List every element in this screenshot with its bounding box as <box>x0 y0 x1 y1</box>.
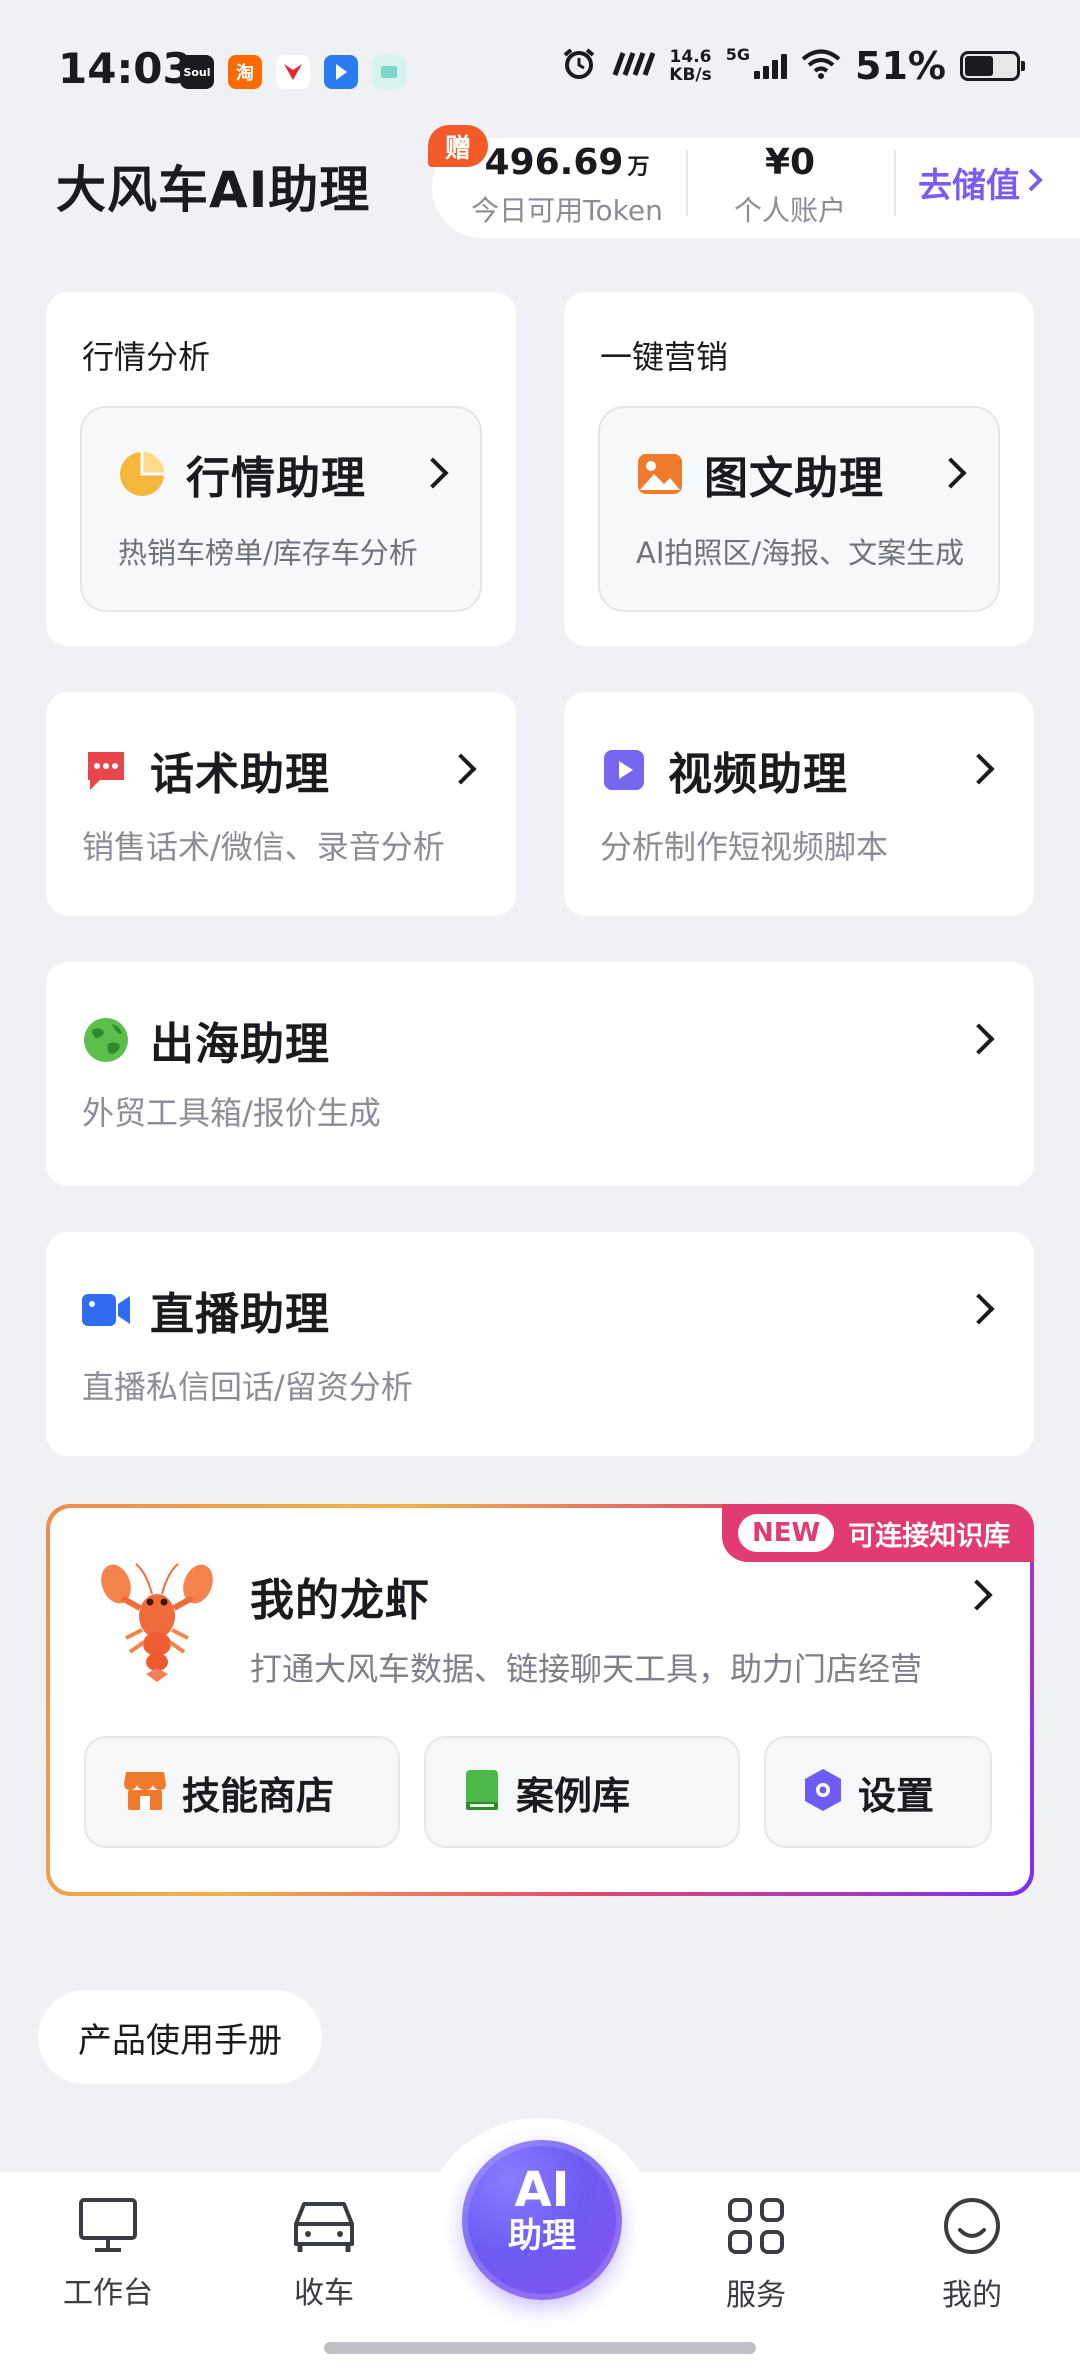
script-assistant-card[interactable]: 话术助理 销售话术/微信、录音分析 <box>46 692 516 916</box>
network-speed: 14.6 KB/s <box>669 47 712 85</box>
card-title: 行情助理 <box>186 453 366 504</box>
home-indicator[interactable] <box>324 2342 756 2354</box>
divider <box>686 150 688 216</box>
nfc-icon <box>611 49 656 83</box>
card-subtitle: 销售话术/微信、录音分析 <box>82 828 445 866</box>
chevron-right-icon <box>445 753 477 785</box>
card-subtitle: 打通大风车数据、链接聊天工具，助力门店经营 <box>250 1650 923 1688</box>
nav-label: 工作台 <box>63 2276 153 2311</box>
notification-icons: Soul 淘 <box>180 55 406 89</box>
skill-label: 案例库 <box>516 1773 631 1818</box>
card-title: 图文助理 <box>704 453 884 504</box>
card-title: 直播助理 <box>150 1289 330 1340</box>
token-balance[interactable]: 496.69 万 今日可用Token <box>462 142 672 229</box>
personal-account[interactable]: ¥0 个人账户 <box>720 142 860 229</box>
status-bar: 14:03 Soul 淘 14.6 KB/s 5G 51% <box>0 0 1080 130</box>
nav-profile[interactable]: 我的 <box>902 2196 1042 2314</box>
my-lobster-card: NEW 可连接知识库 我的龙虾 打通大风车数据、链接聊天工具，助力门店经营 技能… <box>46 1504 1034 1896</box>
status-time: 14:03 <box>58 44 192 93</box>
market-assistant-button[interactable]: 行情助理 热销车榜单/库存车分析 <box>80 406 482 612</box>
card-subtitle: 外贸工具箱/报价生成 <box>82 1094 381 1132</box>
badge-text: 可连接知识库 <box>848 1520 1011 1552</box>
marketing-card: 一键营销 图文助理 AI拍照区/海报、文案生成 <box>564 292 1034 646</box>
page-title: 大风车AI助理 <box>56 161 371 219</box>
card-title: 我的龙虾 <box>250 1575 430 1626</box>
market-analysis-card: 行情分析 行情助理 热销车榜单/库存车分析 <box>46 292 516 646</box>
account-label: 个人账户 <box>733 194 846 227</box>
chat-icon <box>84 748 128 796</box>
card-title: 视频助理 <box>668 749 848 800</box>
chevron-right-icon[interactable] <box>961 1579 993 1611</box>
recharge-label: 去储值 <box>918 166 1020 206</box>
live-assistant-card[interactable]: 直播助理 直播私信回话/留资分析 <box>46 1232 1034 1456</box>
divider <box>894 150 896 216</box>
new-badge: NEW <box>738 1514 835 1552</box>
lobster-icon <box>92 1558 222 1692</box>
app-teal-icon <box>372 55 406 89</box>
skill-store-button[interactable]: 技能商店 <box>84 1736 400 1848</box>
nav-workbench[interactable]: 工作台 <box>38 2196 178 2312</box>
chevron-right-icon <box>1026 163 1044 203</box>
skill-label: 设置 <box>858 1773 935 1818</box>
settings-button[interactable]: 设置 <box>764 1736 992 1848</box>
card-subtitle: 热销车榜单/库存车分析 <box>118 536 418 570</box>
app-red-icon <box>276 55 310 89</box>
section-title: 一键营销 <box>600 338 729 376</box>
grid-icon <box>726 2198 786 2260</box>
video-camera-icon <box>80 1290 132 1334</box>
monitor-icon <box>77 2198 139 2258</box>
card-title: 出海助理 <box>150 1019 330 1070</box>
recharge-button[interactable]: 去储值 <box>918 158 1044 207</box>
chevron-right-icon <box>963 1023 995 1055</box>
battery-icon <box>960 51 1025 81</box>
battery-percent: 51% <box>855 44 946 88</box>
image-text-assistant-button[interactable]: 图文助理 AI拍照区/海报、文案生成 <box>598 406 1000 612</box>
image-icon <box>636 452 684 500</box>
ai-sublabel: 助理 <box>508 2216 576 2256</box>
chevron-right-icon <box>963 753 995 785</box>
product-manual-button[interactable]: 产品使用手册 <box>38 1990 322 2084</box>
chevron-right-icon <box>963 1293 995 1325</box>
skill-label: 技能商店 <box>182 1773 335 1818</box>
account-value: ¥0 <box>764 142 816 183</box>
signal-icon <box>754 53 788 79</box>
pie-chart-icon <box>118 450 166 502</box>
settings-hexagon-icon <box>802 1767 844 1817</box>
wifi-icon <box>801 48 841 84</box>
alarm-icon <box>561 46 597 86</box>
card-subtitle: 直播私信回话/留资分析 <box>82 1368 413 1406</box>
chevron-right-icon <box>935 457 967 489</box>
network-type: 5G <box>725 44 751 64</box>
nav-label: 服务 <box>726 2278 786 2313</box>
card-subtitle: 分析制作短视频脚本 <box>600 828 889 866</box>
token-unit: 万 <box>627 155 650 180</box>
nav-car-purchase[interactable]: 收车 <box>254 2196 394 2312</box>
store-icon <box>122 1768 168 1816</box>
overseas-assistant-card[interactable]: 出海助理 外贸工具箱/报价生成 <box>46 962 1034 1186</box>
knowledge-base-badge: NEW 可连接知识库 <box>722 1504 1034 1562</box>
nav-label: 我的 <box>942 2278 1002 2313</box>
ai-assistant-button[interactable]: AI 助理 <box>462 2140 622 2300</box>
taobao-app-icon: 淘 <box>228 55 262 89</box>
car-icon <box>290 2202 358 2258</box>
smile-icon <box>942 2198 1002 2260</box>
book-icon <box>462 1768 502 1816</box>
globe-icon <box>82 1016 130 1068</box>
play-icon <box>602 748 646 796</box>
soul-app-icon: Soul <box>180 55 214 89</box>
nav-services[interactable]: 服务 <box>686 2196 826 2314</box>
card-subtitle: AI拍照区/海报、文案生成 <box>636 536 965 570</box>
ai-label: AI <box>514 2162 570 2218</box>
case-library-button[interactable]: 案例库 <box>424 1736 740 1848</box>
token-label: 今日可用Token <box>471 194 663 227</box>
section-title: 行情分析 <box>82 338 211 376</box>
video-assistant-card[interactable]: 视频助理 分析制作短视频脚本 <box>564 692 1034 916</box>
nav-label: 收车 <box>294 2276 354 2311</box>
token-value: 496.69 <box>484 142 624 183</box>
card-title: 话术助理 <box>150 749 330 800</box>
app-blue-icon <box>324 55 358 89</box>
chevron-right-icon <box>417 457 449 489</box>
